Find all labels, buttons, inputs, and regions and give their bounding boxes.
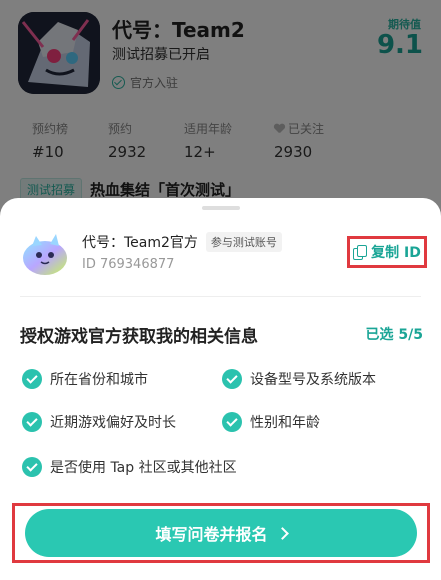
account-badge: 参与测试账号 — [205, 232, 282, 252]
account-name-row: 代号：Team2官方 参与测试账号 — [82, 232, 282, 252]
copy-icon — [353, 245, 368, 260]
checkbox-checked-icon[interactable] — [22, 369, 42, 389]
permission-label: 所在省份和城市 — [50, 372, 148, 388]
checkbox-checked-icon[interactable] — [222, 412, 242, 432]
auth-title: 授权游戏官方获取我的相关信息 — [20, 327, 258, 347]
permission-item-community[interactable]: 是否使用 Tap 社区或其他社区 — [22, 457, 237, 477]
avatar — [20, 228, 70, 278]
auth-count[interactable]: 已选 5/5 — [366, 324, 423, 344]
permission-label: 是否使用 Tap 社区或其他社区 — [50, 460, 237, 476]
account-name: 代号：Team2官方 — [82, 235, 198, 251]
copy-id-button[interactable]: 复制 ID — [347, 236, 427, 268]
permission-label: 近期游戏偏好及时长 — [50, 415, 176, 431]
chevron-right-icon — [275, 526, 289, 540]
divider — [20, 296, 421, 297]
checkbox-checked-icon[interactable] — [22, 457, 42, 477]
submit-survey-button[interactable]: 填写问卷并报名 — [25, 509, 417, 557]
submit-highlight: 填写问卷并报名 — [12, 503, 430, 563]
permission-item-game-preference[interactable]: 近期游戏偏好及时长 — [22, 412, 176, 432]
permission-label: 设备型号及系统版本 — [250, 372, 376, 388]
account-id: ID 769346877 — [82, 257, 175, 272]
checkbox-checked-icon[interactable] — [22, 412, 42, 432]
checkbox-checked-icon[interactable] — [222, 369, 242, 389]
submit-label: 填写问卷并报名 — [155, 525, 268, 544]
permission-item-location[interactable]: 所在省份和城市 — [22, 369, 148, 389]
permission-label: 性别和年龄 — [250, 415, 320, 431]
permission-item-device[interactable]: 设备型号及系统版本 — [222, 369, 376, 389]
bottom-sheet: 代号：Team2官方 参与测试账号 ID 769346877 复制 ID 授权游… — [0, 198, 441, 580]
drag-handle[interactable] — [202, 206, 240, 210]
permission-item-gender-age[interactable]: 性别和年龄 — [222, 412, 320, 432]
copy-id-label: 复制 ID — [371, 245, 421, 261]
